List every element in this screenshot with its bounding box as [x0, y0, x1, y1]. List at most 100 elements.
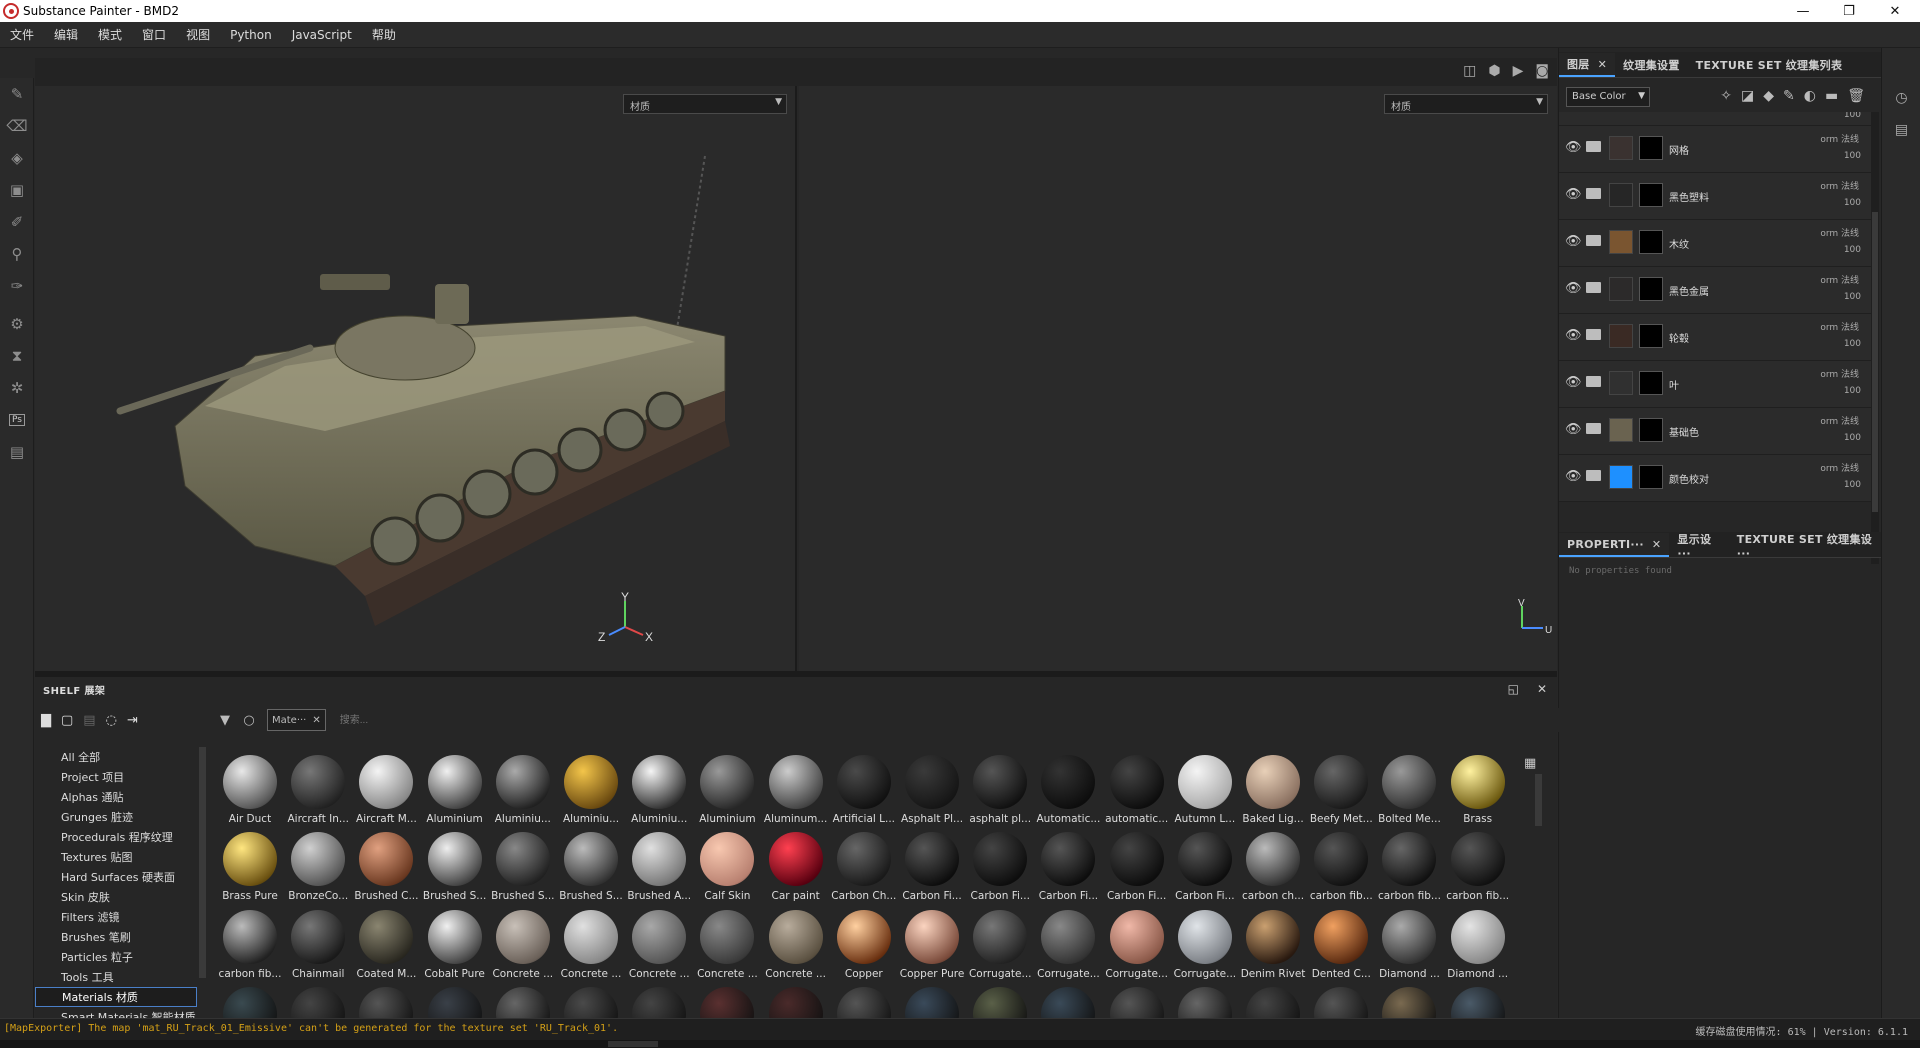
layer-blend-mode[interactable]: orm 法线 [1820, 179, 1859, 192]
material-tile[interactable]: Brushed A... [627, 828, 691, 906]
clone-stamp-icon[interactable]: ⚲ [0, 238, 34, 270]
material-tile[interactable] [1309, 983, 1371, 1018]
material-tile[interactable] [1446, 983, 1508, 1018]
layer-row[interactable]: 👁 轮毂 orm 法线 100 [1559, 314, 1871, 361]
material-tile[interactable] [286, 983, 348, 1018]
camera-icon[interactable]: ▶ [1513, 63, 1524, 79]
shelf-category-item[interactable]: Brushes 笔刷 [35, 927, 197, 947]
layer-row[interactable]: 👁 木纹 orm 法线 100 [1559, 220, 1871, 267]
material-tile[interactable]: BronzeCo... [286, 828, 348, 906]
grid-view-icon[interactable]: ▦ [1524, 756, 1536, 771]
layer-blend-mode[interactable]: orm 法线 [1820, 226, 1859, 239]
material-tile[interactable]: Asphalt Pl... [900, 751, 963, 829]
close-icon[interactable]: ✕ [1537, 682, 1547, 696]
material-tile[interactable]: Carbon Fi... [1105, 828, 1167, 906]
material-tile[interactable] [968, 983, 1030, 1018]
material-tile[interactable]: Diamond ... [1446, 906, 1508, 984]
channel-select[interactable]: Base Color ▼ [1566, 87, 1650, 107]
layer-blend-mode[interactable]: orm 法线 [1820, 273, 1859, 286]
material-tile[interactable]: Concrete ... [695, 906, 758, 984]
close-icon[interactable]: ✕ [1598, 58, 1608, 71]
log-icon[interactable]: ▤ [1882, 114, 1920, 146]
material-tile[interactable] [1105, 983, 1167, 1018]
circle-filter-icon[interactable]: ○ [239, 713, 259, 728]
screenshot-icon[interactable]: ◙ [1535, 63, 1549, 79]
material-tile[interactable] [1377, 983, 1439, 1018]
layer-blend-mode[interactable]: orm 法线 [1820, 461, 1859, 474]
material-tile[interactable] [423, 983, 485, 1018]
material-tile[interactable]: Concrete ... [491, 906, 553, 984]
material-tile[interactable]: Concrete ... [764, 906, 826, 984]
shelf-category-item[interactable]: Project 项目 [35, 767, 197, 787]
render-icon[interactable]: ⧗ [0, 340, 34, 372]
filter-chip[interactable]: Mate··· ✕ [267, 709, 326, 731]
material-tile[interactable]: Aluminum... [764, 751, 827, 829]
visibility-eye-icon[interactable]: 👁 [1565, 328, 1582, 343]
material-tile[interactable]: Aluminium [423, 751, 485, 829]
close-icon[interactable]: ✕ [312, 715, 320, 726]
shelf-category-item[interactable]: Hard Surfaces 硬表面 [35, 867, 197, 887]
layer-opacity[interactable]: 100 [1844, 245, 1861, 255]
shelf-category-item[interactable]: Materials 材质 [35, 987, 197, 1007]
material-tile[interactable]: Brushed S... [423, 828, 486, 906]
float-panel-icon[interactable]: ◱ [1508, 682, 1519, 696]
material-tile[interactable]: Carbon Fi... [968, 828, 1030, 906]
material-tile[interactable] [900, 983, 962, 1018]
layer-blend-mode[interactable]: orm 法线 [1820, 367, 1859, 380]
layer-opacity[interactable]: 100 [1844, 339, 1861, 349]
visibility-eye-icon[interactable]: 👁 [1565, 234, 1582, 249]
material-tile[interactable]: Carbon Fi... [1173, 828, 1235, 906]
visibility-eye-icon[interactable]: 👁 [1565, 422, 1582, 437]
bottom-scroll-thumb[interactable] [608, 1041, 658, 1047]
material-tile[interactable] [627, 983, 689, 1018]
layer-row[interactable]: 👁 颜色校对 orm 法线 100 [1559, 455, 1871, 502]
tab-texture-set-settings-2[interactable]: TEXTURE SET 纹理集设··· [1729, 533, 1881, 560]
material-tile[interactable]: Chainmail [286, 906, 348, 984]
delete-layer-icon[interactable]: 🗑 [1847, 88, 1865, 104]
visibility-eye-icon[interactable]: 👁 [1565, 469, 1582, 484]
material-tile[interactable]: Corrugate... [1105, 906, 1168, 984]
material-tile[interactable]: Car paint [764, 828, 826, 906]
material-tile[interactable]: Aluminium [695, 751, 757, 829]
add-paint-layer-icon[interactable]: ✎ [1783, 88, 1795, 104]
maximize-button[interactable]: ❐ [1826, 0, 1872, 22]
material-tile[interactable]: Concrete ... [627, 906, 690, 984]
material-tile[interactable] [354, 983, 416, 1018]
material-tile[interactable]: Beefy Met... [1309, 751, 1373, 829]
shelf-category-item[interactable]: Textures 贴图 [35, 847, 197, 867]
material-tile[interactable] [1241, 983, 1303, 1018]
material-tile[interactable]: Corrugate... [968, 906, 1032, 984]
add-folder-icon[interactable]: ▬ [1825, 88, 1838, 104]
layer-opacity[interactable]: 100 [1844, 151, 1861, 161]
filter-icon[interactable]: ▼ [215, 713, 235, 728]
layer-blend-mode[interactable]: orm 法线 [1820, 414, 1859, 427]
material-tile[interactable]: Corrugate... [1036, 906, 1100, 984]
layer-row[interactable]: 👁 黑色塑料 orm 法线 100 [1559, 173, 1871, 220]
history-icon[interactable]: ◷ [1882, 82, 1920, 114]
photoshop-export-icon[interactable]: Ps [0, 404, 34, 436]
tab-properties[interactable]: PROPERTI··· ✕ [1559, 533, 1670, 557]
layer-opacity[interactable]: 100 [1844, 433, 1861, 443]
material-tile[interactable]: Concrete ... [559, 906, 621, 984]
tab-texture-set-list[interactable]: TEXTURE SET 纹理集列表 [1688, 53, 1851, 77]
material-tile[interactable] [764, 983, 826, 1018]
material-tile[interactable]: Brushed S... [491, 828, 555, 906]
tab-layers[interactable]: 图层 ✕ [1559, 53, 1616, 77]
menu-javascript[interactable]: JavaScript [282, 28, 362, 42]
material-tile[interactable]: Aluminiu... [559, 751, 621, 829]
add-instance-icon[interactable]: ◐ [1804, 88, 1816, 104]
menu-help[interactable]: 帮助 [362, 26, 406, 43]
layer-opacity[interactable]: 100 [1844, 386, 1861, 396]
display-mode-icon[interactable]: ◫ [1463, 63, 1476, 79]
material-tile[interactable]: Automatic... [1036, 751, 1100, 829]
menu-window[interactable]: 窗口 [132, 26, 176, 43]
menu-file[interactable]: 文件 [0, 26, 44, 43]
save-icon[interactable]: ▤ [83, 713, 95, 728]
material-tile[interactable]: Carbon Fi... [1036, 828, 1098, 906]
visibility-eye-icon[interactable]: 👁 [1565, 281, 1582, 296]
grid-scrollbar[interactable] [1535, 774, 1542, 826]
layer-opacity[interactable]: 100 [1844, 292, 1861, 302]
material-tile[interactable]: asphalt pl... [968, 751, 1031, 829]
shelf-category-item[interactable]: All 全部 [35, 747, 197, 767]
material-tile[interactable]: Calf Skin [695, 828, 757, 906]
